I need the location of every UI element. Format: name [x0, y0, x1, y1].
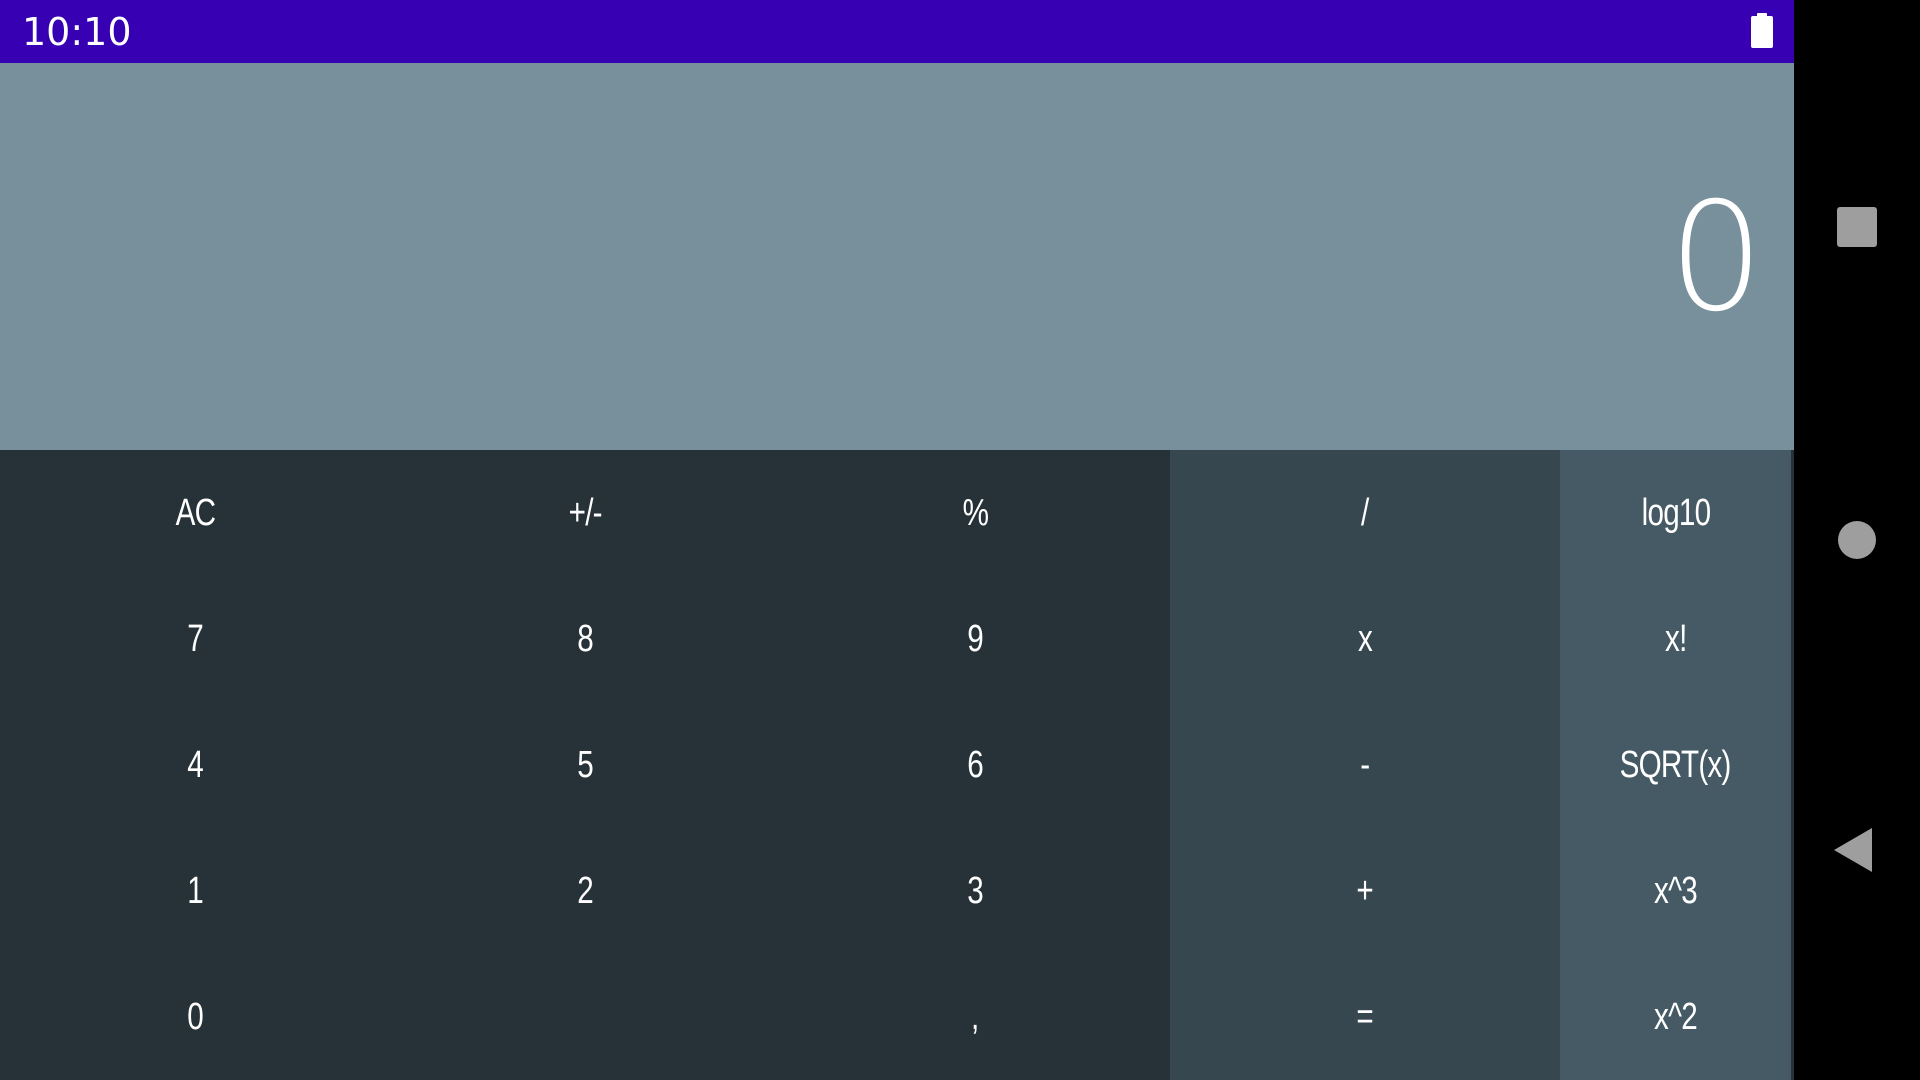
clear-button[interactable]: AC	[0, 450, 390, 576]
sqrt-button[interactable]: SQRT(x)	[1560, 702, 1791, 828]
comma-button[interactable]: ,	[780, 954, 1170, 1080]
result-display: 0	[0, 63, 1794, 450]
digit-3-button[interactable]: 3	[780, 828, 1170, 954]
digit-4-button[interactable]: 4	[0, 702, 390, 828]
calculator-screen: 10:10 0 AC +/- % / log10 7 8 9 x x! 4 5 …	[0, 0, 1794, 1080]
square-button[interactable]: x^2	[1560, 954, 1791, 1080]
digit-9-label: 9	[967, 617, 983, 660]
percent-button-label: %	[962, 491, 988, 534]
plus-button[interactable]: +	[1170, 828, 1560, 954]
empty-key	[390, 954, 780, 1080]
factorial-button[interactable]: x!	[1560, 576, 1791, 702]
digit-3-label: 3	[967, 869, 983, 912]
digit-1-label: 1	[187, 869, 203, 912]
sqrt-button-label: SQRT(x)	[1620, 743, 1732, 786]
square-button-label: x^2	[1654, 995, 1698, 1038]
digit-1-button[interactable]: 1	[0, 828, 390, 954]
status-time: 10:10	[22, 10, 132, 54]
equals-button-label: =	[1356, 995, 1374, 1038]
circle-home-icon[interactable]	[1838, 521, 1876, 559]
square-recents-icon[interactable]	[1837, 207, 1877, 247]
factorial-button-label: x!	[1664, 617, 1687, 660]
digit-5-label: 5	[577, 743, 593, 786]
navigation-bar	[1794, 0, 1920, 1080]
digit-4-label: 4	[187, 743, 203, 786]
comma-button-label: ,	[971, 995, 979, 1038]
digit-9-button[interactable]: 9	[780, 576, 1170, 702]
digit-0-label: 0	[187, 995, 203, 1038]
plus-minus-button-label: +/-	[568, 491, 602, 534]
divide-button-label: /	[1361, 491, 1369, 534]
log10-button-label: log10	[1641, 491, 1710, 534]
percent-button[interactable]: %	[780, 450, 1170, 576]
status-bar: 10:10	[0, 0, 1794, 63]
digit-8-button[interactable]: 8	[390, 576, 780, 702]
digit-0-button[interactable]: 0	[0, 954, 390, 1080]
multiply-button[interactable]: x	[1170, 576, 1560, 702]
cube-button[interactable]: x^3	[1560, 828, 1791, 954]
digit-7-label: 7	[187, 617, 203, 660]
keypad: AC +/- % / log10 7 8 9 x x! 4 5 6 - SQRT…	[0, 450, 1794, 1080]
digit-2-button[interactable]: 2	[390, 828, 780, 954]
equals-button[interactable]: =	[1170, 954, 1560, 1080]
triangle-back-icon[interactable]	[1834, 828, 1872, 872]
minus-button-label: -	[1360, 743, 1370, 786]
digit-2-label: 2	[577, 869, 593, 912]
digit-6-button[interactable]: 6	[780, 702, 1170, 828]
divide-button[interactable]: /	[1170, 450, 1560, 576]
plus-minus-button[interactable]: +/-	[390, 450, 780, 576]
log10-button[interactable]: log10	[1560, 450, 1791, 576]
digit-7-button[interactable]: 7	[0, 576, 390, 702]
cube-button-label: x^3	[1654, 869, 1698, 912]
digit-6-label: 6	[967, 743, 983, 786]
battery-full-icon	[1751, 13, 1773, 48]
multiply-button-label: x	[1357, 617, 1373, 660]
plus-button-label: +	[1356, 869, 1374, 912]
minus-button[interactable]: -	[1170, 702, 1560, 828]
digit-8-label: 8	[577, 617, 593, 660]
display-value: 0	[1668, 171, 1764, 345]
clear-button-label: AC	[175, 491, 215, 534]
digit-5-button[interactable]: 5	[390, 702, 780, 828]
